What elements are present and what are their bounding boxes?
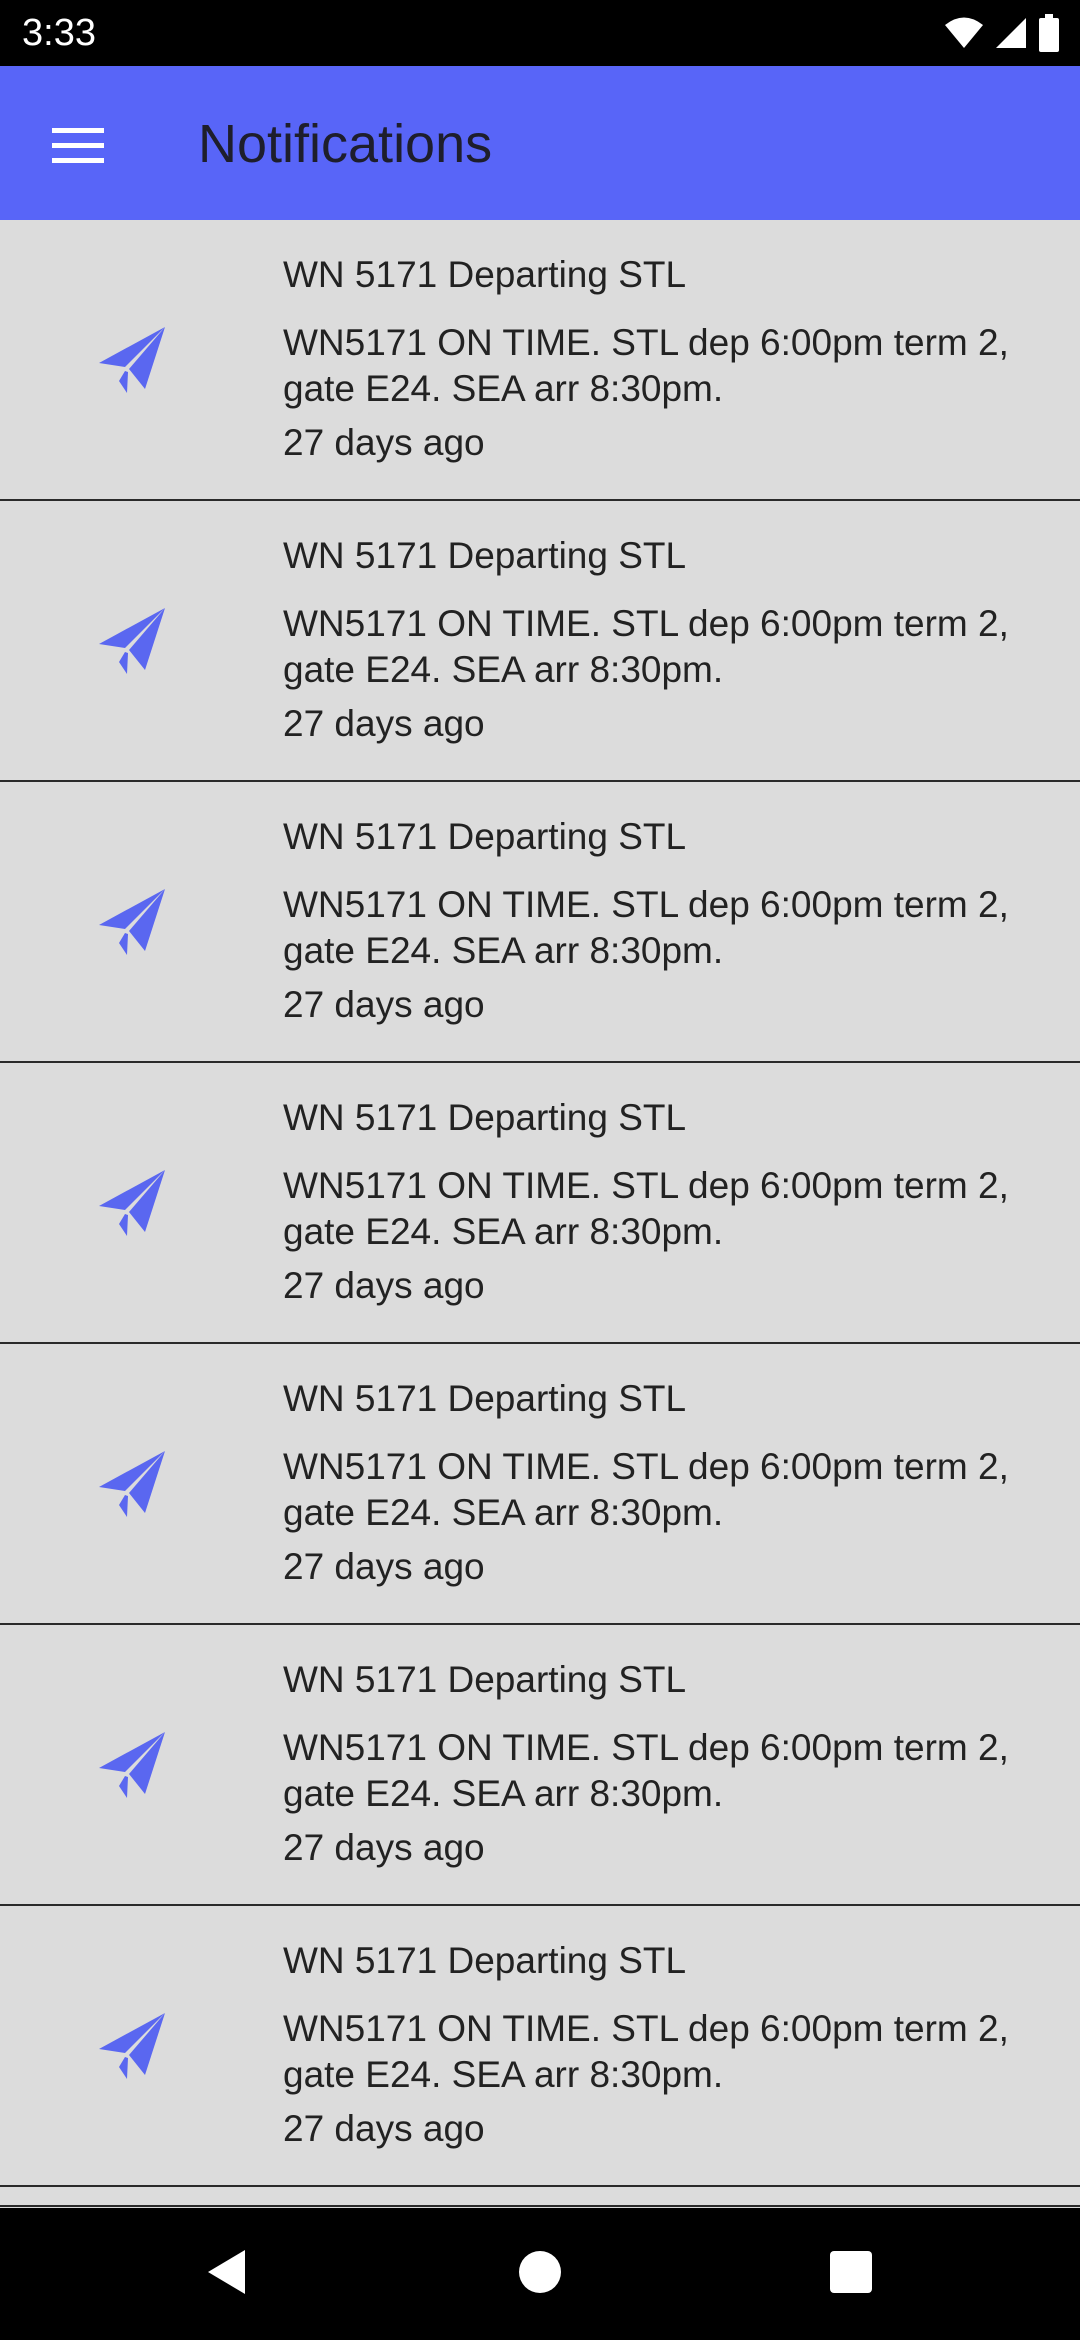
page-title: Notifications [198, 114, 493, 174]
notification-title: WN 5171 Departing STL [283, 1659, 687, 1700]
notification-item[interactable]: WN 5171 Departing STL WN5171 ON TIME. ST… [0, 1625, 1080, 1906]
notification-timestamp: 27 days ago [283, 1265, 485, 1306]
signal-icon [994, 16, 1028, 50]
nav-back-button[interactable] [181, 2228, 273, 2320]
notification-body: WN5171 ON TIME. STL dep 6:00pm term 2, g… [283, 884, 1009, 971]
menu-button[interactable] [40, 118, 116, 178]
notification-timestamp: 27 days ago [283, 703, 485, 744]
notification-body: WN5171 ON TIME. STL dep 6:00pm term 2, g… [283, 1727, 1009, 1814]
paper-plane-icon [97, 1168, 167, 1238]
notification-timestamp: 27 days ago [283, 2108, 485, 2149]
app-bar: Notifications [0, 66, 1080, 220]
notification-body: WN5171 ON TIME. STL dep 6:00pm term 2, g… [283, 1446, 1009, 1533]
list-divider [0, 2205, 1080, 2207]
notification-title: WN 5171 Departing STL [283, 1097, 687, 1138]
hamburger-menu-icon [52, 127, 104, 169]
notification-list[interactable]: WN 5171 Departing STL WN5171 ON TIME. ST… [0, 220, 1080, 2187]
notification-timestamp: 27 days ago [283, 422, 485, 463]
notification-item[interactable]: WN 5171 Departing STL WN5171 ON TIME. ST… [0, 501, 1080, 782]
notification-item[interactable]: WN 5171 Departing STL WN5171 ON TIME. ST… [0, 1906, 1080, 2187]
notification-timestamp: 27 days ago [283, 1827, 485, 1868]
notification-item[interactable]: WN 5171 Departing STL WN5171 ON TIME. ST… [0, 1063, 1080, 1344]
notification-title: WN 5171 Departing STL [283, 1940, 687, 1981]
paper-plane-icon [97, 325, 167, 395]
notification-title: WN 5171 Departing STL [283, 254, 687, 295]
notification-body: WN5171 ON TIME. STL dep 6:00pm term 2, g… [283, 1165, 1009, 1252]
paper-plane-icon [97, 1730, 167, 1800]
back-icon [205, 2248, 249, 2301]
system-nav-bar [0, 2208, 1080, 2340]
recents-icon [829, 2250, 873, 2299]
paper-plane-icon [97, 606, 167, 676]
notification-item[interactable]: WN 5171 Departing STL WN5171 ON TIME. ST… [0, 220, 1080, 501]
home-icon [518, 2250, 562, 2299]
notification-title: WN 5171 Departing STL [283, 816, 687, 857]
notification-body: WN5171 ON TIME. STL dep 6:00pm term 2, g… [283, 322, 1009, 409]
status-icons [944, 12, 1060, 54]
notification-title: WN 5171 Departing STL [283, 535, 687, 576]
paper-plane-icon [97, 887, 167, 957]
notification-item[interactable]: WN 5171 Departing STL WN5171 ON TIME. ST… [0, 1344, 1080, 1625]
status-time: 3:33 [22, 12, 96, 54]
notification-body: WN5171 ON TIME. STL dep 6:00pm term 2, g… [283, 603, 1009, 690]
wifi-icon [944, 16, 984, 50]
notification-body: WN5171 ON TIME. STL dep 6:00pm term 2, g… [283, 2008, 1009, 2095]
paper-plane-icon [97, 1449, 167, 1519]
nav-home-button[interactable] [494, 2228, 586, 2320]
nav-recents-button[interactable] [805, 2228, 897, 2320]
status-bar: 3:33 [0, 0, 1080, 66]
paper-plane-icon [97, 2011, 167, 2081]
notification-title: WN 5171 Departing STL [283, 1378, 687, 1419]
notification-item[interactable]: WN 5171 Departing STL WN5171 ON TIME. ST… [0, 782, 1080, 1063]
notification-timestamp: 27 days ago [283, 1546, 485, 1587]
battery-icon [1038, 14, 1060, 52]
notification-timestamp: 27 days ago [283, 984, 485, 1025]
